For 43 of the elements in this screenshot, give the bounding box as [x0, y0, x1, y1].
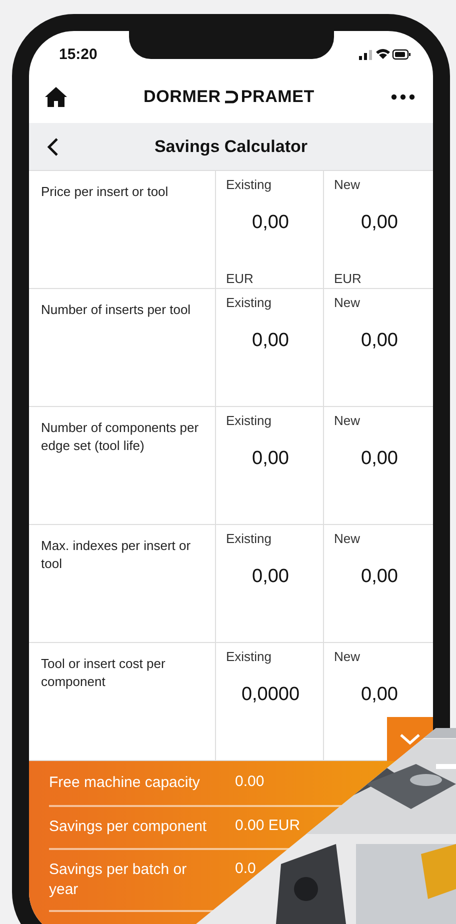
- result-value: 0.00 EUR: [235, 817, 302, 836]
- value-field[interactable]: 0,00: [361, 684, 398, 706]
- unit-label: EUR: [334, 271, 362, 286]
- logo-text: DORMER: [144, 87, 221, 107]
- column-caption: New: [334, 413, 360, 428]
- result-value: 0.00: [235, 773, 266, 792]
- value-field[interactable]: 0,0000: [241, 684, 300, 706]
- status-icons: [359, 47, 411, 61]
- column-caption: Existing: [226, 177, 272, 192]
- row-label: Price per insert or tool: [41, 184, 168, 199]
- row-label: Tool or insert cost per component: [41, 656, 166, 690]
- column-caption: Existing: [226, 531, 272, 546]
- home-icon[interactable]: [45, 86, 67, 108]
- column-caption: New: [334, 295, 360, 310]
- row-label: Max. indexes per insert or tool: [41, 538, 191, 572]
- unit-label: EUR: [226, 271, 254, 286]
- result-label: Savings per batch or year: [49, 860, 188, 900]
- result-value: 0.0: [235, 860, 257, 878]
- screen-title: Savings Calculator: [154, 136, 308, 156]
- result-label: Savings per component: [49, 817, 208, 838]
- column-caption: New: [334, 649, 360, 664]
- row-label: Number of inserts per tool: [41, 302, 191, 317]
- back-icon[interactable]: [47, 137, 59, 157]
- column-caption: Existing: [226, 649, 272, 664]
- row-label: Number of components per edge set (tool life): [41, 420, 199, 454]
- value-field[interactable]: 0,00: [252, 330, 289, 352]
- logo-text: PRAMET: [240, 87, 314, 107]
- value-field[interactable]: 0,00: [361, 330, 398, 352]
- value-field[interactable]: 0,00: [361, 448, 398, 470]
- status-time: 15:20: [59, 46, 98, 62]
- value-field[interactable]: 0,00: [252, 566, 289, 588]
- column-caption: Existing: [226, 295, 272, 310]
- column-caption: Existing: [226, 413, 272, 428]
- hook-icon: [224, 90, 238, 104]
- chevron-icon: [399, 733, 421, 745]
- value-field[interactable]: 0,00: [252, 448, 289, 470]
- column-caption: New: [334, 531, 360, 546]
- value-field[interactable]: 0,00: [252, 212, 289, 234]
- value-field[interactable]: 0,00: [361, 212, 398, 234]
- value-field[interactable]: 0,00: [361, 566, 398, 588]
- result-label: Free machine capacity: [49, 773, 201, 793]
- column-caption: New: [334, 177, 360, 192]
- more-icon[interactable]: [391, 94, 415, 100]
